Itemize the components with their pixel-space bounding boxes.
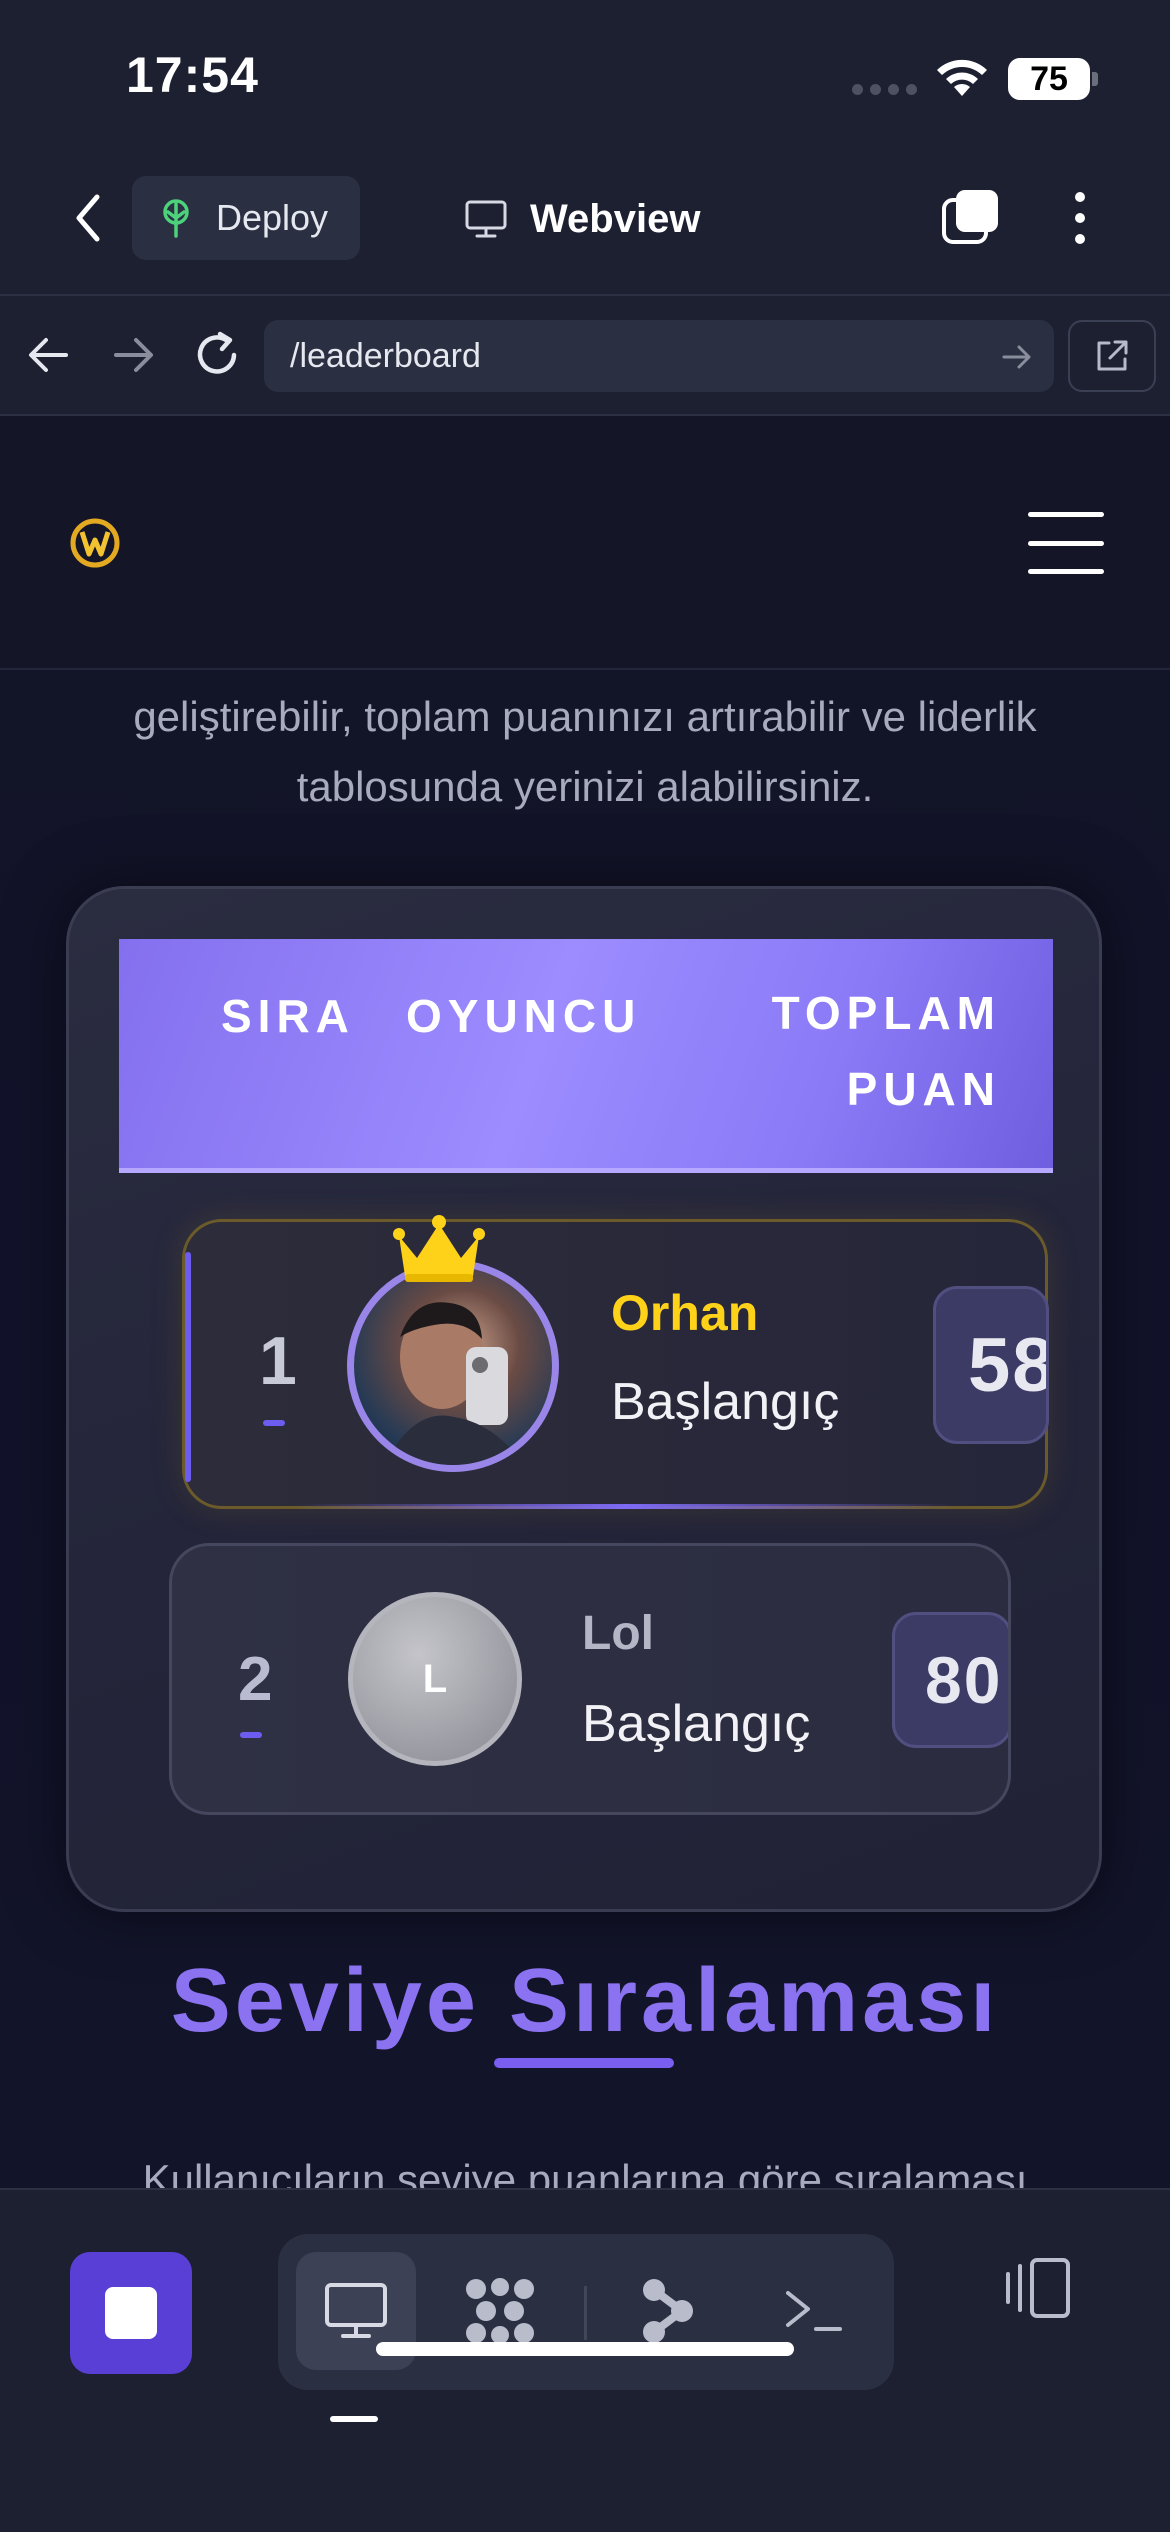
player-tier: Başlangıç [582, 1695, 811, 1753]
section-title: Seviye Sıralaması [170, 1951, 1000, 2051]
logo-icon[interactable] [68, 516, 122, 570]
status-bar: 17:54 75 [0, 0, 1170, 150]
kebab-icon[interactable] [1064, 186, 1096, 250]
webview-tab[interactable]: Webview [464, 184, 700, 254]
score-badge: 58 [933, 1286, 1049, 1444]
battery-cap [1092, 72, 1098, 86]
deploy-icon [163, 199, 189, 238]
row-glow-line [295, 1504, 955, 1509]
row-rank: 1 [259, 1323, 297, 1399]
leaderboard-row[interactable]: 2 L Lol Başlangıç 80 [169, 1543, 1011, 1815]
row-accent-bar [185, 1252, 191, 1482]
go-arrow-icon[interactable] [1000, 340, 1034, 374]
home-indicator[interactable] [376, 2342, 794, 2356]
table-header: SIRA OYUNCU TOPLAM PUAN [119, 939, 1053, 1173]
section-subtitle: Kullanıcıların seviye puanlarına göre sı… [142, 2156, 1028, 2188]
leaderboard-card: SIRA OYUNCU TOPLAM PUAN 1 Orhan Başlangı… [66, 886, 1102, 1912]
status-time: 17:54 [126, 47, 259, 103]
rank-underline [263, 1420, 285, 1426]
branch-icon [643, 2279, 693, 2343]
column-header-rank: SIRA [221, 990, 355, 1042]
deploy-button[interactable]: Deploy [132, 176, 360, 260]
leaderboard-row[interactable]: 1 Orhan Başlangıç 58 [182, 1215, 1049, 1509]
avatar-photo [384, 1302, 524, 1465]
active-mode-indicator [330, 2416, 378, 2422]
open-external-button[interactable] [1068, 320, 1156, 392]
reload-icon[interactable] [190, 328, 244, 382]
arrow-right-icon[interactable] [108, 330, 158, 380]
dots-grid-icon [466, 2278, 534, 2344]
webview-content: geliştirebilir, toplam puanınızı artırab… [0, 416, 1170, 2188]
avatar [347, 1260, 559, 1472]
site-header [0, 416, 1170, 670]
player-name: Orhan [611, 1285, 759, 1341]
mode-divider [584, 2286, 587, 2340]
crown-icon [393, 1215, 485, 1282]
player-name: Lol [582, 1607, 654, 1660]
score-badge: 80 [892, 1612, 1008, 1748]
monitor-icon [465, 200, 507, 238]
wifi-icon [937, 59, 987, 96]
column-header-player: OYUNCU [406, 990, 642, 1042]
stop-button[interactable] [70, 2252, 192, 2374]
url-input[interactable]: /leaderboard [264, 320, 1054, 392]
hamburger-icon[interactable] [1028, 512, 1104, 574]
column-header-score: TOPLAM PUAN [741, 975, 1001, 1127]
battery-icon: 75 [1008, 58, 1090, 100]
back-button[interactable] [62, 190, 114, 246]
terminal-icon [786, 2291, 842, 2331]
url-bar: /leaderboard [0, 296, 1170, 416]
webview-title: Webview [530, 196, 701, 241]
arrow-left-icon[interactable] [24, 330, 74, 380]
intro-text: geliştirebilir, toplam puanınızı artırab… [133, 693, 1037, 810]
title-underline [494, 2058, 674, 2068]
stop-icon [105, 2287, 157, 2339]
tabs-icon[interactable] [940, 186, 1002, 248]
row-rank: 2 [238, 1645, 273, 1714]
app-toolbar: Deploy Webview [0, 150, 1170, 296]
rank-underline [240, 1732, 262, 1738]
deploy-label: Deploy [216, 197, 329, 238]
mode-switcher [278, 2234, 894, 2390]
external-link-icon [1097, 340, 1128, 371]
player-tier: Başlangıç [611, 1373, 840, 1431]
monitor-icon [325, 2283, 387, 2338]
url-text: /leaderboard [290, 336, 481, 375]
back-icon [76, 194, 100, 242]
avatar: L [348, 1592, 522, 1766]
panel-icon[interactable] [1000, 2250, 1076, 2326]
column-header-score-text: TOPLAM PUAN [771, 987, 1001, 1115]
cellular-signal-icon [852, 84, 917, 95]
bottom-toolbar [0, 2188, 1170, 2532]
